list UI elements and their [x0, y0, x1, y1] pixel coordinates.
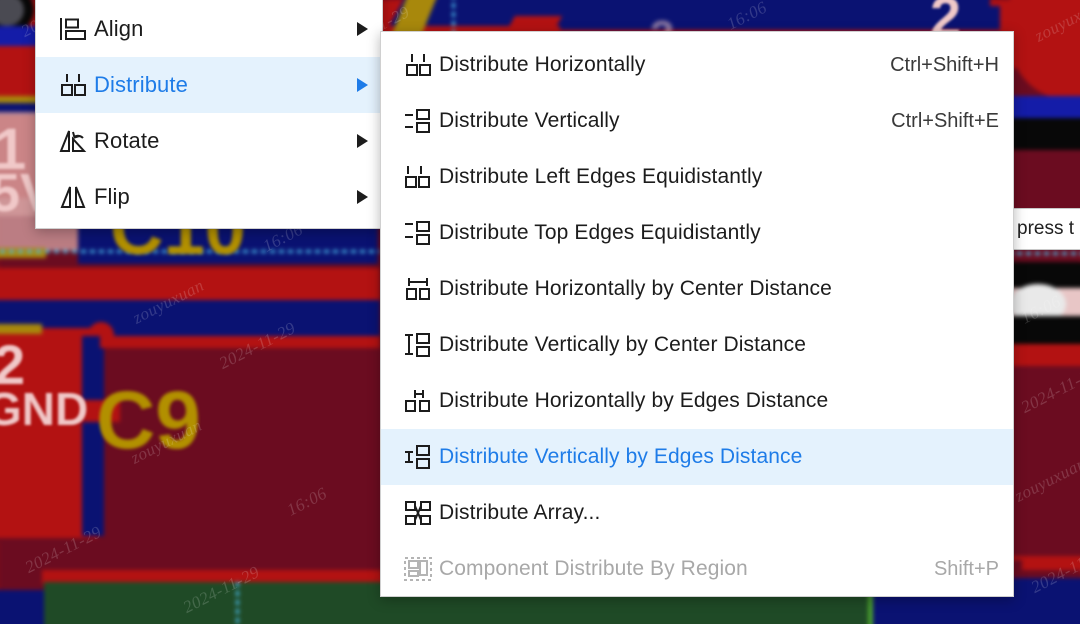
- menu-item-label: Distribute Top Edges Equidistantly: [439, 221, 761, 244]
- menu-item-label: Distribute Horizontally by Center Distan…: [439, 277, 832, 300]
- distribute-array-icon: [397, 496, 439, 530]
- tooltip-text: press t: [1017, 218, 1075, 239]
- context-menu[interactable]: Align Distribute Rotate Flip: [35, 0, 383, 229]
- distribute-horizontally-icon: [397, 48, 439, 82]
- menu-item-distribute-horizontally[interactable]: Distribute Horizontally Ctrl+Shift+H: [381, 37, 1013, 93]
- menu-item-label: Distribute Horizontally: [439, 53, 646, 76]
- menu-item-label: Flip: [94, 184, 130, 209]
- menu-item-label: Distribute: [94, 72, 188, 97]
- rotate-icon: [52, 124, 94, 158]
- distribute-h-center-distance-icon: [397, 272, 439, 306]
- menu-item-distribute-left-edges[interactable]: Distribute Left Edges Equidistantly: [381, 149, 1013, 205]
- chevron-right-icon: [357, 134, 368, 148]
- menu-item-label: Distribute Array...: [439, 501, 601, 524]
- distribute-icon: [52, 68, 94, 102]
- menu-item-distribute-h-edges-distance[interactable]: Distribute Horizontally by Edges Distanc…: [381, 373, 1013, 429]
- align-icon: [52, 12, 94, 46]
- menu-item-label: Distribute Left Edges Equidistantly: [439, 165, 763, 188]
- menu-item-label: Distribute Vertically: [439, 109, 620, 132]
- menu-item-label: Component Distribute By Region: [439, 557, 748, 580]
- menu-item-component-distribute-by-region: Component Distribute By Region Shift+P: [381, 541, 1013, 597]
- menu-item-label: Align: [94, 16, 144, 41]
- distribute-h-edges-distance-icon: [397, 384, 439, 418]
- silk-label-c9: C9: [96, 375, 201, 466]
- distribute-top-edges-icon: [397, 216, 439, 250]
- menu-item-distribute-vertically[interactable]: Distribute Vertically Ctrl+Shift+E: [381, 93, 1013, 149]
- menu-item-shortcut: Ctrl+Shift+E: [891, 109, 999, 132]
- menu-item-flip[interactable]: Flip: [36, 169, 382, 225]
- chevron-right-icon: [357, 78, 368, 92]
- component-distribute-region-icon: [397, 552, 439, 586]
- menu-item-shortcut: Ctrl+Shift+H: [890, 53, 999, 76]
- chevron-right-icon: [357, 22, 368, 36]
- distribute-v-edges-distance-icon: [397, 440, 439, 474]
- menu-item-align[interactable]: Align: [36, 1, 382, 57]
- menu-item-distribute[interactable]: Distribute: [36, 57, 382, 113]
- menu-item-label: Distribute Vertically by Center Distance: [439, 333, 806, 356]
- menu-item-distribute-h-center-distance[interactable]: Distribute Horizontally by Center Distan…: [381, 261, 1013, 317]
- app-root: 1 5V 2 GND C10 C9 2 3 2024-11-29 2024-11…: [0, 0, 1080, 624]
- menu-item-label: Rotate: [94, 128, 160, 153]
- flip-icon: [52, 180, 94, 214]
- menu-item-distribute-v-edges-distance[interactable]: Distribute Vertically by Edges Distance: [381, 429, 1013, 485]
- distribute-submenu[interactable]: Distribute Horizontally Ctrl+Shift+H Dis…: [380, 31, 1014, 597]
- menu-item-distribute-v-center-distance[interactable]: Distribute Vertically by Center Distance: [381, 317, 1013, 373]
- menu-item-label: Distribute Horizontally by Edges Distanc…: [439, 389, 829, 412]
- menu-item-distribute-top-edges[interactable]: Distribute Top Edges Equidistantly: [381, 205, 1013, 261]
- tooltip-fragment: press t: [1008, 208, 1080, 250]
- menu-item-rotate[interactable]: Rotate: [36, 113, 382, 169]
- distribute-left-edges-icon: [397, 160, 439, 194]
- distribute-v-center-distance-icon: [397, 328, 439, 362]
- menu-item-distribute-array[interactable]: Distribute Array...: [381, 485, 1013, 541]
- distribute-vertically-icon: [397, 104, 439, 138]
- chevron-right-icon: [357, 190, 368, 204]
- menu-item-shortcut: Shift+P: [933, 557, 999, 580]
- silk-label-gnd: GND: [0, 383, 89, 435]
- menu-item-label: Distribute Vertically by Edges Distance: [439, 445, 803, 468]
